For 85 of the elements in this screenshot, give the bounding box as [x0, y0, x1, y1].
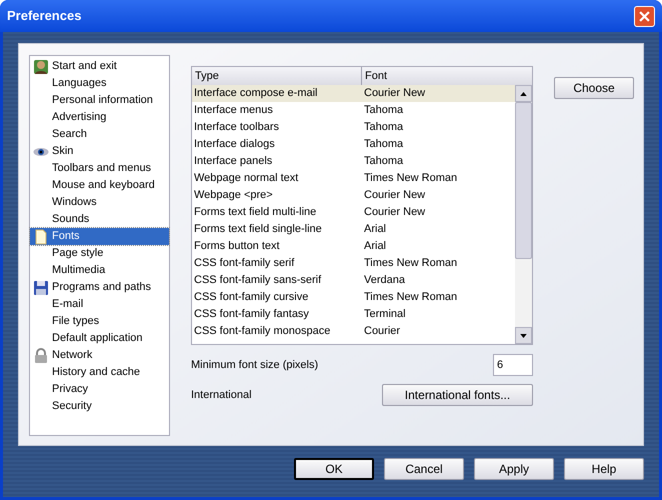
- table-cell-text: Arial: [363, 239, 388, 254]
- sidebar-item[interactable]: E-mail: [30, 296, 169, 313]
- field-label: Minimum font size (pixels): [191, 358, 318, 373]
- sidebar-item[interactable]: Default application: [30, 330, 169, 347]
- sidebar-item[interactable]: Multimedia: [30, 262, 169, 279]
- table-row[interactable]: CSS font-family serif Times New Roman: [192, 255, 515, 272]
- table-cell-text: Tahoma: [363, 103, 404, 118]
- table-row[interactable]: CSS font-family monospace Courier: [192, 323, 515, 340]
- table-row[interactable]: Webpage normal text Times New Roman: [192, 170, 515, 187]
- table-row[interactable]: Webpage <pre> Courier New: [192, 187, 515, 204]
- sidebar-item[interactable]: Sounds: [30, 211, 169, 228]
- table-cell-text: Courier New: [363, 205, 426, 220]
- table-cell-text: Courier New: [363, 188, 426, 204]
- table-cell-text: Times New Roman: [363, 171, 458, 186]
- table-row[interactable]: Forms button text Arial: [192, 238, 515, 255]
- table-cell-text: Forms button text: [193, 239, 281, 254]
- table-row[interactable]: Interface panels Tahoma: [192, 153, 515, 170]
- table-cell-text: CSS font-family serif: [193, 256, 296, 272]
- table-cell-text: Courier New: [363, 86, 426, 102]
- table-cell-text: CSS font-family monospace: [193, 324, 332, 340]
- field-label: International: [191, 388, 252, 403]
- sidebar-item[interactable]: Mouse and keyboard: [30, 177, 169, 194]
- table-cell-text: Tahoma: [363, 154, 404, 170]
- scrollbar[interactable]: [515, 85, 532, 344]
- table-cell-text: Interface panels: [193, 154, 274, 170]
- table-row[interactable]: CSS font-family fantasy Terminal: [192, 306, 515, 323]
- sidebar-item[interactable]: Languages: [30, 75, 169, 92]
- dialog-button[interactable]: Apply: [474, 458, 554, 480]
- table-cell-text: Webpage <pre>: [193, 188, 274, 204]
- sidebar-item[interactable]: Start and exit: [30, 58, 169, 75]
- padlock-icon: [33, 348, 49, 364]
- dialog-button[interactable]: OK: [294, 458, 374, 480]
- table-row[interactable]: Forms text field multi-line Courier New: [192, 204, 515, 221]
- sidebar-item[interactable]: Security: [30, 398, 169, 415]
- scroll-up-icon[interactable]: [520, 92, 527, 96]
- column-header[interactable]: Font: [362, 67, 532, 85]
- sidebar-item[interactable]: Skin: [30, 143, 169, 160]
- table-cell-text: Arial: [363, 222, 388, 238]
- international-fonts-button[interactable]: International fonts...: [382, 384, 533, 406]
- sidebar-item[interactable]: Advertising: [30, 109, 169, 126]
- sidebar-item[interactable]: Fonts: [30, 228, 169, 245]
- table-cell-text: Courier: [363, 324, 402, 340]
- choose-button[interactable]: Choose: [554, 77, 634, 99]
- table-row[interactable]: Forms text field single-line Arial: [192, 221, 515, 238]
- sidebar-item[interactable]: Page style: [30, 245, 169, 262]
- table-cell-text: Interface dialogs: [193, 137, 276, 152]
- input-field[interactable]: 6: [493, 354, 533, 376]
- person-icon: [33, 58, 49, 74]
- table-cell-text: Forms text field multi-line: [193, 205, 318, 220]
- table-row[interactable]: Interface menus Tahoma: [192, 102, 515, 119]
- table-cell-text: CSS font-family cursive: [193, 290, 310, 306]
- table-row[interactable]: Interface toolbars Tahoma: [192, 119, 515, 136]
- close-button[interactable]: [634, 6, 655, 26]
- table-cell-text: CSS font-family fantasy: [193, 307, 310, 322]
- sidebar-item[interactable]: History and cache: [30, 364, 169, 381]
- table-cell-text: CSS font-family sans-serif: [193, 273, 322, 288]
- sidebar-item[interactable]: Programs and paths: [30, 279, 169, 296]
- table-cell-text: Webpage normal text: [193, 171, 300, 186]
- table-row[interactable]: CSS font-family sans-serif Verdana: [192, 272, 515, 289]
- table-row[interactable]: Interface dialogs Tahoma: [192, 136, 515, 153]
- sidebar-item[interactable]: Network: [30, 347, 169, 364]
- table-row[interactable]: CSS font-family cursive Times New Roman: [192, 289, 515, 306]
- sidebar-item[interactable]: Privacy: [30, 381, 169, 398]
- table-cell-text: Forms text field single-line: [193, 222, 323, 238]
- table-cell-text: Times New Roman: [363, 256, 458, 272]
- close-icon: [639, 10, 650, 22]
- sidebar-item[interactable]: Search: [30, 126, 169, 143]
- table-cell-text: Times New Roman: [363, 290, 458, 306]
- table-cell-text: Tahoma: [363, 120, 404, 136]
- dialog-button[interactable]: Cancel: [384, 458, 464, 480]
- sidebar-item[interactable]: Windows: [30, 194, 169, 211]
- scroll-down-icon[interactable]: [520, 334, 527, 338]
- sidebar-item[interactable]: Toolbars and menus: [30, 160, 169, 177]
- page-icon: [33, 228, 49, 244]
- table-cell-text: Tahoma: [363, 137, 404, 152]
- sidebar-item[interactable]: File types: [30, 313, 169, 330]
- table-cell-text: Interface toolbars: [193, 120, 280, 136]
- window-title: Preferences: [7, 7, 82, 26]
- table-cell-text: Verdana: [363, 273, 406, 288]
- table-row[interactable]: Interface compose e-mail Courier New: [192, 85, 515, 102]
- sidebar-item[interactable]: Personal information: [30, 92, 169, 109]
- table-cell-text: Terminal: [363, 307, 407, 322]
- table-cell-text: Interface menus: [193, 103, 274, 118]
- table-cell-text: Interface compose e-mail: [193, 86, 318, 102]
- dialog-button[interactable]: Help: [564, 458, 644, 480]
